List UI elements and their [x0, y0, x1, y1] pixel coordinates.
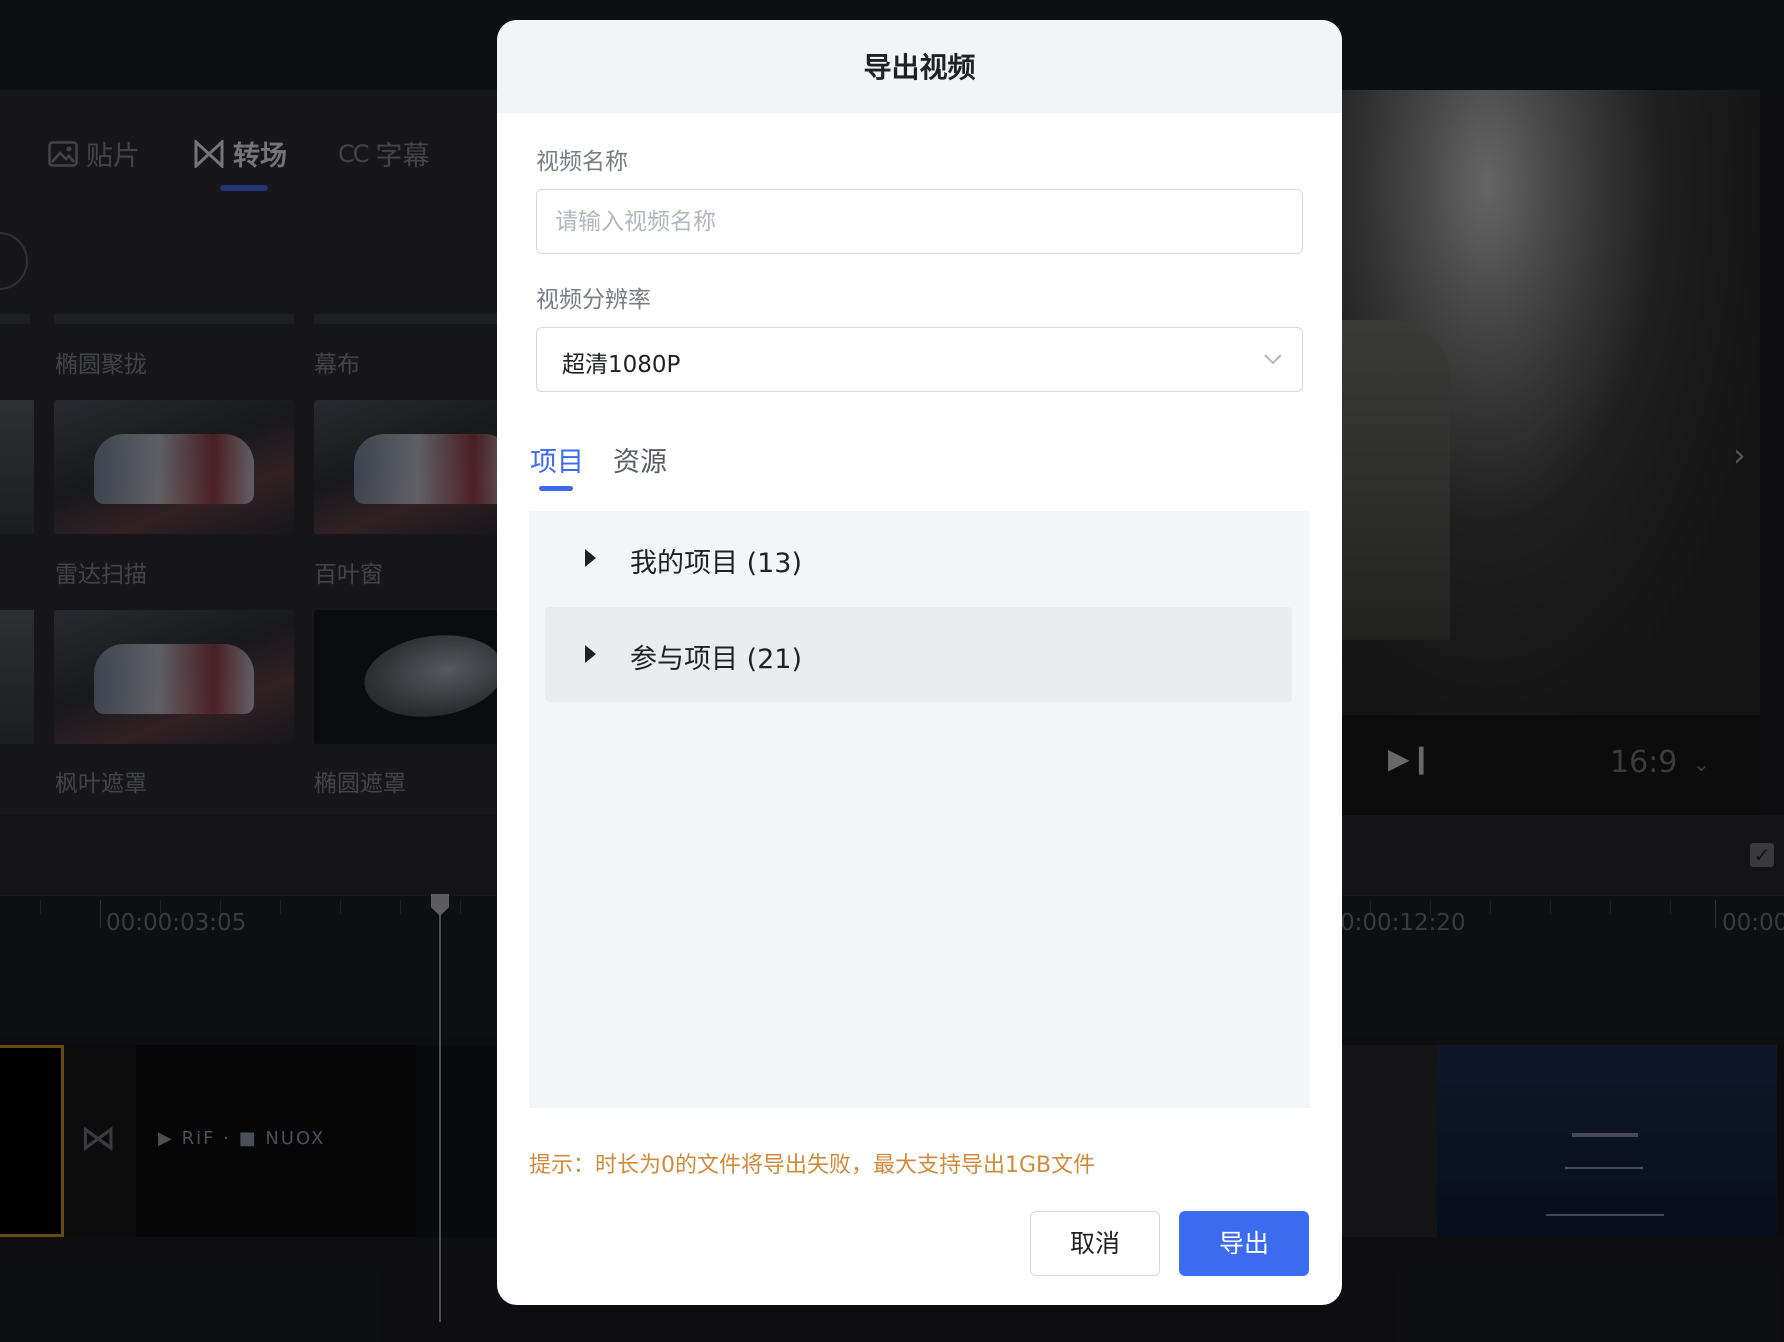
tree-item-label: 参与项目 (21): [630, 644, 803, 675]
dialog-title: 导出视频: [863, 51, 976, 84]
caret-right-icon[interactable]: [585, 645, 596, 663]
project-tree: 我的项目 (13) 参与项目 (21): [529, 511, 1310, 1108]
resolution-value: 超清1080P: [562, 352, 681, 378]
export-hint: 提示：时长为0的文件将导出失败，最大支持导出1GB文件: [529, 1153, 1096, 1178]
resolution-label: 视频分辨率: [536, 287, 651, 313]
tree-item-joined-projects[interactable]: 参与项目 (21): [545, 607, 1292, 702]
tab-projects[interactable]: 项目: [530, 440, 584, 479]
tab-resources[interactable]: 资源: [613, 440, 667, 479]
cancel-button[interactable]: 取消: [1030, 1211, 1160, 1276]
resolution-select[interactable]: 超清1080P: [536, 327, 1303, 392]
caret-right-icon[interactable]: [585, 549, 596, 567]
export-button[interactable]: 导出: [1179, 1211, 1309, 1276]
chevron-down-icon: [1264, 354, 1282, 365]
export-video-dialog: 导出视频 视频名称 视频分辨率 超清1080P 项目 资源 我的项目 (13) …: [497, 20, 1342, 1305]
tree-item-my-projects[interactable]: 我的项目 (13): [545, 511, 1292, 606]
video-name-input[interactable]: [536, 189, 1303, 254]
active-tab-indicator: [539, 486, 573, 491]
video-name-label: 视频名称: [536, 149, 628, 175]
tree-item-label: 我的项目 (13): [630, 548, 803, 579]
